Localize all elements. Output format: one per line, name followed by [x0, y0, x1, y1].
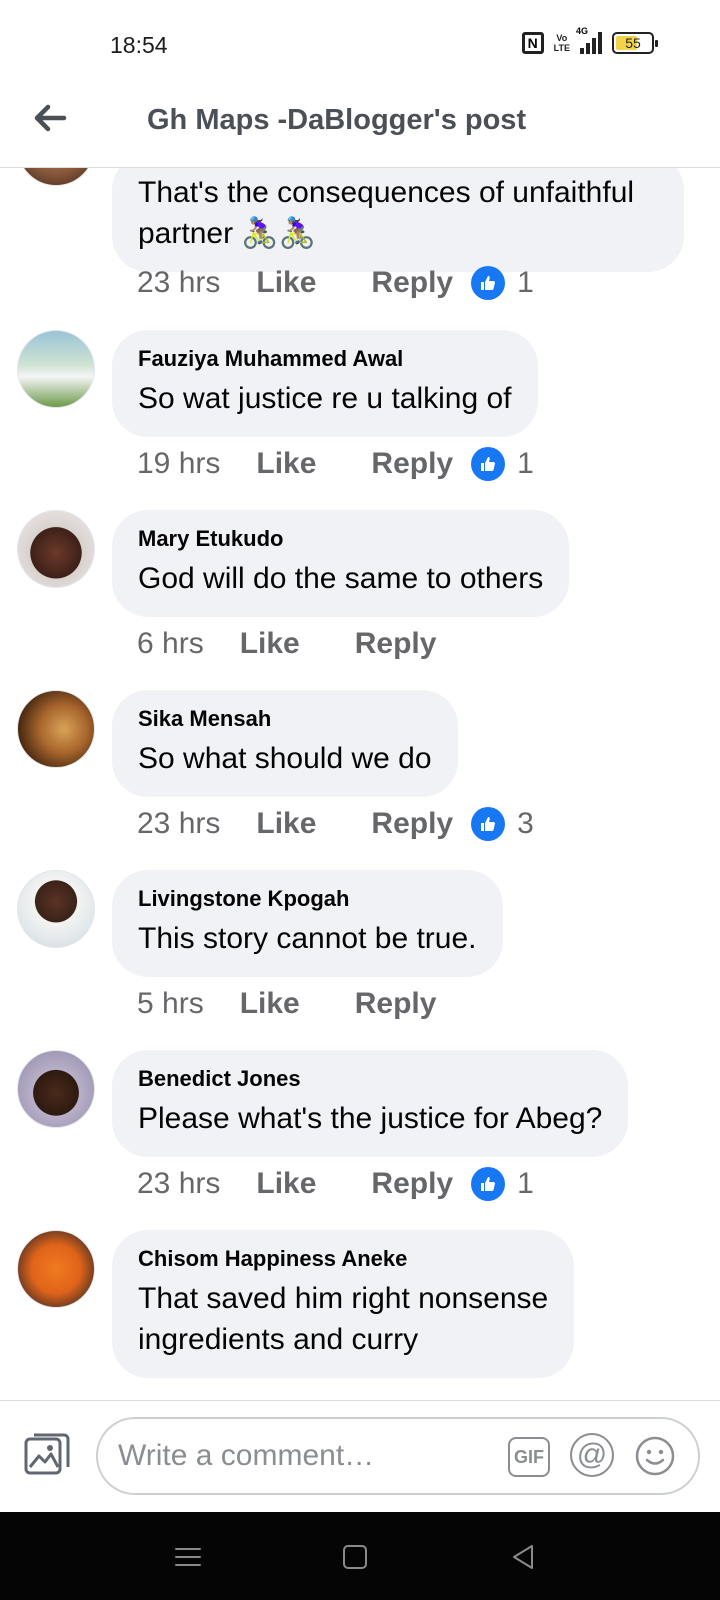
comment-bubble[interactable]: Benedict Jones Please what's the justice… [112, 1050, 629, 1157]
reaction-count[interactable]: 1 [471, 1167, 534, 1201]
volte-icon: Vo LTE [554, 33, 570, 53]
comment-actions: 23 hrs Like Reply 1 [137, 1167, 534, 1201]
reply-button[interactable]: Reply [355, 987, 437, 1021]
gif-icon[interactable]: GIF [508, 1437, 550, 1477]
comment-text: This story cannot be true. [138, 922, 477, 955]
comment-bubble[interactable]: Fauziya Muhammed Awal So wat justice re … [112, 330, 538, 437]
comment-time: 5 hrs [137, 987, 204, 1020]
comments-list[interactable]: That's the consequences of unfaithful pa… [0, 168, 720, 1400]
comment-author[interactable]: Mary Etukudo [138, 526, 543, 552]
volte-top: Vo [556, 33, 568, 43]
reaction-number: 1 [517, 447, 534, 480]
avatar[interactable] [17, 168, 95, 186]
battery-level: 55 [625, 35, 641, 51]
thumbs-up-icon [471, 266, 506, 300]
comment-actions: 6 hrs Like Reply [137, 627, 454, 661]
comment-author[interactable]: Benedict Jones [138, 1066, 602, 1092]
battery-icon: 55 [612, 32, 658, 54]
reaction-number: 1 [517, 1167, 534, 1200]
at-label: @ [576, 1438, 608, 1471]
avatar[interactable] [17, 870, 95, 948]
comment-text: partner 🚴🏽‍♀️🚴🏽‍♀️ [138, 217, 317, 250]
comment-author[interactable]: Sika Mensah [138, 706, 432, 732]
mention-icon[interactable]: @ [570, 1433, 614, 1477]
comment-time: 23 hrs [137, 1167, 221, 1200]
comment-bubble[interactable]: Chisom Happiness Aneke That saved him ri… [112, 1230, 575, 1378]
comment-author[interactable]: Chisom Happiness Aneke [138, 1246, 548, 1272]
photo-icon[interactable] [22, 1429, 72, 1479]
comment-composer: Write a comment… GIF @ [0, 1400, 720, 1512]
comment-input[interactable]: Write a comment… GIF @ [96, 1417, 700, 1495]
like-button[interactable]: Like [256, 807, 316, 841]
comment-text: That's the consequences of unfaithful [138, 176, 635, 209]
comment-bubble[interactable]: That's the consequences of unfaithful pa… [112, 168, 684, 272]
comment-time: 19 hrs [137, 447, 221, 480]
reply-button[interactable]: Reply [371, 266, 453, 300]
reaction-count[interactable]: 1 [471, 447, 534, 481]
comment-text: ingredients and curry [138, 1323, 419, 1356]
comment-time: 23 hrs [137, 266, 221, 299]
comment-author[interactable]: Livingstone Kpogah [138, 886, 477, 912]
emoji-icon[interactable] [634, 1435, 676, 1477]
avatar[interactable] [17, 1050, 95, 1128]
network-type: 4G [576, 26, 589, 36]
like-button[interactable]: Like [240, 987, 300, 1021]
page-title: Gh Maps -DaBlogger's post [147, 104, 527, 136]
thumbs-up-icon [471, 807, 506, 841]
comment-actions: 23 hrs Like Reply 1 [137, 266, 534, 300]
thumbs-up-icon [471, 447, 506, 481]
volte-bottom: LTE [553, 43, 570, 53]
back-triangle-icon[interactable] [508, 1542, 538, 1572]
status-icons: N Vo LTE 4G 55 [521, 26, 658, 54]
menu-icon[interactable] [173, 1542, 203, 1572]
comment-actions: 5 hrs Like Reply [137, 987, 454, 1021]
comment-text: Please what's the justice for Abeg? [138, 1102, 603, 1135]
comment-author[interactable]: Fauziya Muhammed Awal [138, 346, 512, 372]
signal-icon: 4G [576, 26, 602, 54]
like-button[interactable]: Like [256, 1167, 316, 1201]
arrow-left-icon[interactable] [30, 98, 70, 138]
reply-button[interactable]: Reply [371, 1167, 453, 1201]
like-button[interactable]: Like [240, 627, 300, 661]
avatar[interactable] [17, 690, 95, 768]
comment-time: 6 hrs [137, 627, 204, 660]
avatar[interactable] [17, 1230, 95, 1308]
home-icon[interactable] [340, 1542, 370, 1572]
reply-button[interactable]: Reply [371, 807, 453, 841]
comment-bubble[interactable]: Livingstone Kpogah This story cannot be … [112, 870, 503, 977]
comment-text: So what should we do [138, 742, 432, 775]
comment-bubble[interactable]: Sika Mensah So what should we do [112, 690, 458, 797]
reaction-number: 1 [517, 266, 534, 299]
reaction-count[interactable]: 3 [471, 807, 534, 841]
comment-placeholder: Write a comment… [118, 1439, 375, 1472]
comment-text: God will do the same to others [138, 562, 544, 595]
system-nav-bar [0, 1512, 720, 1600]
comment-text: So wat justice re u talking of [138, 382, 512, 415]
avatar[interactable] [17, 330, 95, 408]
status-bar: 18:54 N Vo LTE 4G 55 [0, 0, 720, 90]
comment-time: 23 hrs [137, 807, 221, 840]
post-header: Gh Maps -DaBlogger's post [0, 90, 720, 168]
comment-actions: 19 hrs Like Reply 1 [137, 447, 534, 481]
reaction-number: 3 [517, 807, 534, 840]
comment-actions: 23 hrs Like Reply 3 [137, 807, 534, 841]
like-button[interactable]: Like [256, 266, 316, 300]
thumbs-up-icon [471, 1167, 506, 1201]
status-time: 18:54 [110, 32, 168, 58]
comment-text: That saved him right nonsense [138, 1282, 549, 1315]
nfc-icon: N [521, 32, 544, 54]
avatar[interactable] [17, 510, 95, 588]
reply-button[interactable]: Reply [371, 447, 453, 481]
like-button[interactable]: Like [256, 447, 316, 481]
reaction-count[interactable]: 1 [471, 266, 534, 300]
comment-bubble[interactable]: Mary Etukudo God will do the same to oth… [112, 510, 570, 617]
reply-button[interactable]: Reply [355, 627, 437, 661]
